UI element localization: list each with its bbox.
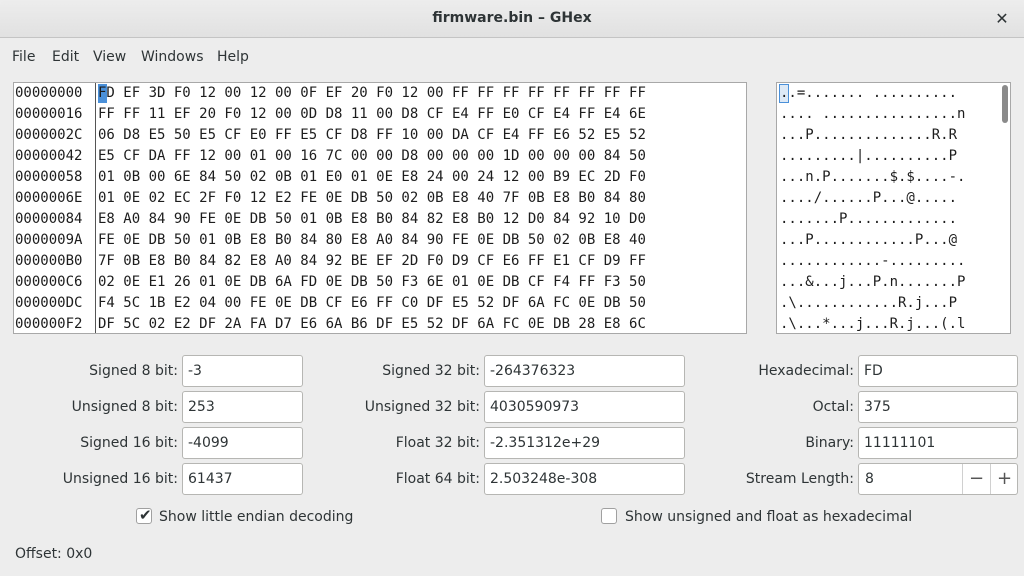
offset-cell: 000000C6 <box>15 274 83 290</box>
hex-row[interactable]: FE 0E DB 50 01 0B E8 B0 84 80 E8 A0 84 9… <box>98 230 646 251</box>
signed-16-label: Signed 16 bit: <box>80 435 178 451</box>
ascii-row[interactable]: .\............R.j...P <box>780 293 957 314</box>
signed-8-label: Signed 8 bit: <box>89 363 178 379</box>
decrement-button[interactable]: − <box>962 464 990 494</box>
menu-view[interactable]: View <box>93 49 126 65</box>
hex-bytes-column[interactable]: FD EF 3D F0 12 00 12 00 0F EF 20 F0 12 0… <box>97 83 746 333</box>
unsigned-hex-label[interactable]: Show unsigned and float as hexadecimal <box>625 509 912 525</box>
close-icon[interactable]: ✕ <box>992 8 1012 30</box>
unsigned-hex-checkbox[interactable] <box>601 508 617 524</box>
signed-16-field[interactable]: -4099 <box>182 427 303 459</box>
ascii-pane[interactable]: ..=....... .......... .... .............… <box>776 82 1011 334</box>
scrollbar-thumb[interactable] <box>1002 85 1008 123</box>
hex-row[interactable]: FD EF 3D F0 12 00 12 00 0F EF 20 F0 12 0… <box>98 83 646 104</box>
hex-row[interactable]: 02 0E E1 26 01 0E DB 6A FD 0E DB 50 F3 6… <box>98 272 646 293</box>
hex-row[interactable]: 01 0E 02 EC 2F F0 12 E2 FE 0E DB 50 02 0… <box>98 188 646 209</box>
hexadecimal-field[interactable]: FD <box>858 355 1018 387</box>
menu-bar: File Edit View Windows Help <box>0 38 1024 76</box>
status-offset: Offset: 0x0 <box>15 546 93 562</box>
ascii-row[interactable]: .........|..........P <box>780 146 957 167</box>
octal-label: Octal: <box>812 399 854 415</box>
stream-length-label: Stream Length: <box>745 471 854 487</box>
increment-button[interactable]: + <box>990 464 1018 494</box>
hexadecimal-label: Hexadecimal: <box>758 363 854 379</box>
signed-8-field[interactable]: -3 <box>182 355 303 387</box>
offset-cell: 00000084 <box>15 211 83 227</box>
float-64-field[interactable]: 2.503248e-308 <box>484 463 685 495</box>
hex-row[interactable]: E8 A0 84 90 FE 0E DB 50 01 0B E8 B0 84 8… <box>98 209 646 230</box>
signed-32-label: Signed 32 bit: <box>382 363 480 379</box>
hex-row[interactable]: FF FF 11 EF 20 F0 12 00 0D D8 11 00 D8 C… <box>98 104 646 125</box>
offset-column: 00000000 00000016 0000002C 00000042 0000… <box>14 83 96 333</box>
offset-cell: 0000009A <box>15 232 83 248</box>
offset-cell: 00000016 <box>15 106 83 122</box>
ascii-row[interactable]: ............-......... <box>780 251 965 272</box>
float-32-label: Float 32 bit: <box>395 435 480 451</box>
float-64-label: Float 64 bit: <box>395 471 480 487</box>
offset-cell: 0000006E <box>15 190 83 206</box>
menu-windows[interactable]: Windows <box>141 49 204 65</box>
unsigned-16-label: Unsigned 16 bit: <box>62 471 178 487</box>
offset-cell: 00000058 <box>15 169 83 185</box>
ascii-row[interactable]: ...P..............R.R <box>780 125 957 146</box>
menu-help[interactable]: Help <box>217 49 249 65</box>
offset-cell: 000000F2 <box>15 316 83 332</box>
unsigned-8-label: Unsigned 8 bit: <box>71 399 178 415</box>
ascii-column[interactable]: ..=....... .......... .... .............… <box>777 83 997 333</box>
ascii-row[interactable]: ...&...j...P.n.......P <box>780 272 965 293</box>
window-title: firmware.bin – GHex <box>432 10 592 26</box>
octal-field[interactable]: 375 <box>858 391 1018 423</box>
title-bar: firmware.bin – GHex ✕ <box>0 0 1024 38</box>
checkmark-icon: ✔ <box>139 506 152 524</box>
signed-32-field[interactable]: -264376323 <box>484 355 685 387</box>
hex-row[interactable]: F4 5C 1B E2 04 00 FE 0E DB CF E6 FF C0 D… <box>98 293 646 314</box>
ascii-row[interactable]: .\...*...j...R.j...(.l <box>780 314 965 333</box>
binary-field[interactable]: 11111101 <box>858 427 1018 459</box>
offset-cell: 000000B0 <box>15 253 83 269</box>
ascii-scrollbar[interactable] <box>1002 85 1008 331</box>
little-endian-label[interactable]: Show little endian decoding <box>159 509 353 525</box>
offset-cell: 000000DC <box>15 295 83 311</box>
ascii-row[interactable]: .... ................n <box>780 104 965 125</box>
unsigned-8-field[interactable]: 253 <box>182 391 303 423</box>
binary-label: Binary: <box>805 435 854 451</box>
offset-cell: 0000002C <box>15 127 83 143</box>
hex-row[interactable]: 01 0B 00 6E 84 50 02 0B 01 E0 01 0E E8 2… <box>98 167 646 188</box>
menu-file[interactable]: File <box>12 49 35 65</box>
ascii-row[interactable]: ..=....... .......... <box>780 83 957 104</box>
unsigned-32-label: Unsigned 32 bit: <box>364 399 480 415</box>
hex-pane[interactable]: 00000000 00000016 0000002C 00000042 0000… <box>13 82 747 334</box>
hex-row[interactable]: DF 5C 02 E2 DF 2A FA D7 E6 6A B6 DF E5 5… <box>98 314 646 333</box>
ascii-row[interactable]: ..../......P...@..... <box>780 188 957 209</box>
ascii-row[interactable]: ...P............P...@ <box>780 230 957 251</box>
hex-row[interactable]: 06 D8 E5 50 E5 CF E0 FF E5 CF D8 FF 10 0… <box>98 125 646 146</box>
offset-cell: 00000000 <box>15 85 83 101</box>
unsigned-32-field[interactable]: 4030590973 <box>484 391 685 423</box>
menu-edit[interactable]: Edit <box>52 49 79 65</box>
stream-length-value[interactable]: 8 <box>865 464 874 494</box>
ascii-row[interactable]: .......P............. <box>780 209 957 230</box>
little-endian-checkbox[interactable]: ✔ <box>136 506 152 524</box>
hex-row[interactable]: 7F 0B E8 B0 84 82 E8 A0 84 92 BE EF 2D F… <box>98 251 646 272</box>
float-32-field[interactable]: -2.351312e+29 <box>484 427 685 459</box>
stream-length-spinner[interactable]: 8 − + <box>858 463 1018 495</box>
offset-cell: 00000042 <box>15 148 83 164</box>
hex-row[interactable]: E5 CF DA FF 12 00 01 00 16 7C 00 00 D8 0… <box>98 146 646 167</box>
unsigned-16-field[interactable]: 61437 <box>182 463 303 495</box>
ascii-row[interactable]: ...n.P.......$.$....-. <box>780 167 965 188</box>
